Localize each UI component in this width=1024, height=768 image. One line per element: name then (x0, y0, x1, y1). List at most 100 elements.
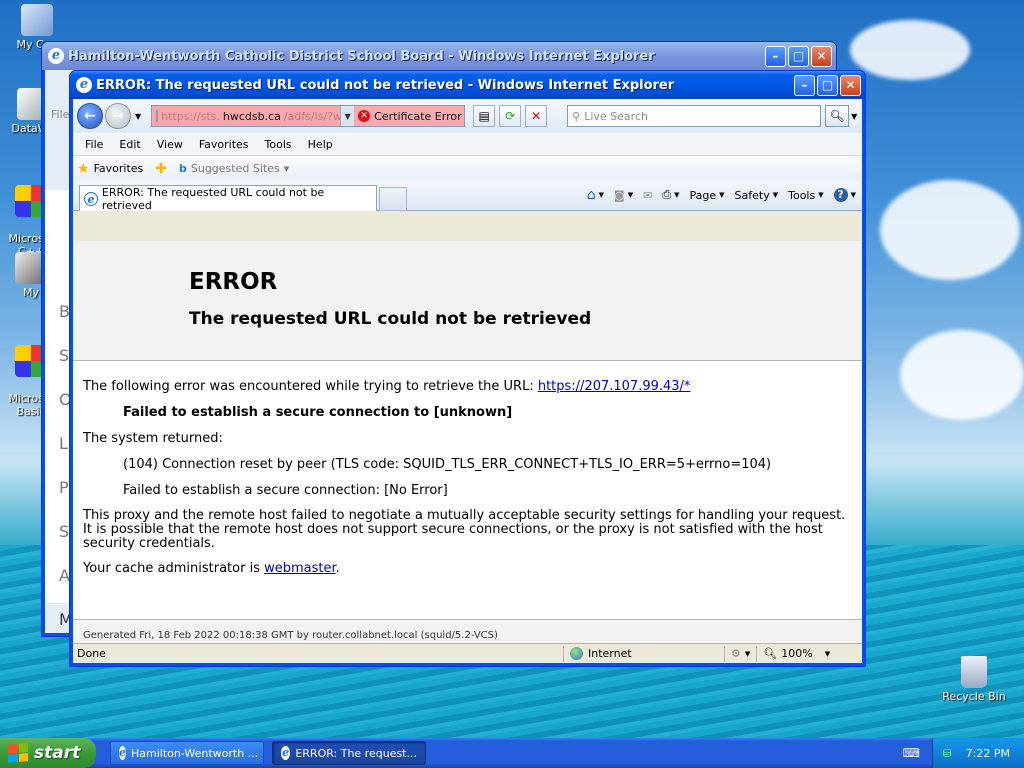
windows-logo-icon (8, 743, 28, 763)
wallpaper-cloud (880, 180, 1020, 280)
minimize-button[interactable]: – (765, 45, 786, 67)
refresh-button[interactable]: ⟳ (499, 105, 522, 127)
window-titlebar[interactable]: e ERROR: The requested URL could not be … (70, 71, 865, 99)
forward-button[interactable]: → (105, 103, 131, 129)
background-window-title: Hamilton-Wentworth Catholic District Sch… (68, 48, 655, 64)
start-label: start (34, 743, 81, 763)
favorites-button[interactable]: ★ Favorites (77, 161, 143, 177)
taskbar-button-hamilton[interactable]: e Hamilton-Wentworth ... (110, 741, 264, 765)
menu-help[interactable]: Help (300, 138, 341, 151)
help-icon: ? (833, 188, 848, 202)
cache-admin-line: Your cache administrator is webmaster. (83, 561, 852, 577)
certificate-error-icon: ✕ (358, 110, 371, 122)
status-text: Done (77, 647, 106, 660)
cache-admin-text: Your cache administrator is (83, 561, 265, 576)
keyboard-icon[interactable]: ⌨ (903, 746, 920, 760)
chevron-down-icon: ▼ (850, 191, 856, 199)
address-domain: hwcdsb.ca (222, 109, 281, 123)
mail-icon: ✉ (643, 188, 653, 202)
chevron-down-icon: ▼ (744, 649, 751, 658)
add-favorite-button[interactable]: ✚ (155, 161, 167, 177)
security-zone[interactable]: Internet (564, 647, 724, 660)
protected-mode-button[interactable]: ⚙ ▼ (725, 647, 756, 660)
zoom-level: 100% (781, 647, 813, 660)
connection-reset-message: (104) Connection reset by peer (TLS code… (123, 457, 772, 472)
print-button[interactable]: ⎙ ▼ (662, 188, 679, 202)
error-body: The following error was encountered whil… (73, 361, 862, 577)
search-button[interactable]: 🔍︎ (825, 105, 850, 127)
tools-menu-button[interactable]: Tools ▼ (788, 189, 824, 202)
rss-icon: ◙ (614, 188, 625, 202)
menu-bar: File Edit View Favorites Tools Help (73, 133, 862, 155)
suggested-sites-button[interactable]: b Suggested Sites ▼ (179, 162, 289, 175)
help-button[interactable]: ? ▼ (833, 188, 856, 202)
webmaster-link[interactable]: webmaster (264, 561, 336, 576)
page-menu-button[interactable]: Page ▼ (690, 189, 725, 202)
read-mail-button[interactable]: ✉ (643, 189, 652, 202)
ie-logo-icon: e (76, 77, 92, 93)
protected-mode-icon: ⚙ (731, 647, 741, 660)
safety-menu-button[interactable]: Safety ▼ (735, 189, 779, 202)
zoom-button[interactable]: 🔍︎ 100% ▼ (757, 647, 836, 660)
globe-icon (570, 647, 583, 660)
tab-active[interactable]: e ERROR: The requested URL could not be … (79, 185, 377, 212)
chevron-down-icon: ▼ (772, 191, 779, 199)
address-bar[interactable]: https://sts.hwcdsb.ca/adfs/ls/?wa ▼ ✕ Ce… (151, 105, 466, 127)
background-window-titlebar[interactable]: e Hamilton-Wentworth Catholic District S… (42, 42, 836, 70)
network-icon[interactable]: ⛁ (942, 747, 951, 760)
page-viewport[interactable]: ERROR The requested URL could not be ret… (73, 241, 862, 643)
certificate-error-button[interactable]: ✕ Certificate Error (354, 106, 465, 126)
start-button[interactable]: start (0, 738, 96, 768)
search-box[interactable]: ⚲ Live Search (567, 105, 822, 127)
chevron-down-icon: ▼ (818, 191, 824, 199)
minimize-button[interactable]: – (794, 74, 815, 96)
status-bar: Done Internet ⚙ ▼ 🔍︎ 100% ▼ (73, 643, 862, 663)
favorites-bar: ★ Favorites ✚ b Suggested Sites ▼ (73, 155, 862, 181)
menu-file[interactable]: File (77, 138, 111, 151)
desktop-icon-recycle-bin[interactable]: Recycle Bin (939, 656, 1009, 703)
intro-text: The following error was encountered whil… (83, 379, 538, 394)
close-button[interactable]: ✕ (840, 74, 861, 96)
search-placeholder: Live Search (584, 109, 648, 123)
requested-url-link[interactable]: https://207.107.99.43/* (538, 379, 691, 394)
printer-icon: ⎙ (662, 188, 672, 201)
chevron-down-icon: ▼ (627, 191, 634, 199)
address-dropdown-button[interactable]: ▼ (340, 106, 355, 126)
recent-pages-dropdown[interactable]: ▼ (135, 112, 141, 121)
ie-logo-icon: e (281, 746, 291, 760)
back-button[interactable]: ← (77, 103, 103, 129)
tab-ie-icon: e (84, 191, 98, 206)
favorites-label: Favorites (93, 162, 144, 175)
suggested-sites-label: Suggested Sites (190, 162, 280, 175)
ie-window[interactable]: e ERROR: The requested URL could not be … (69, 70, 866, 667)
search-options-dropdown[interactable]: ▼ (851, 112, 857, 121)
maximize-button[interactable]: □ (788, 45, 809, 67)
error-header: ERROR The requested URL could not be ret… (73, 241, 862, 361)
new-tab-button[interactable] (379, 187, 407, 211)
taskbar: start e Hamilton-Wentworth ... e ERROR: … (0, 738, 1024, 768)
menu-favorites[interactable]: Favorites (191, 138, 257, 151)
stop-button[interactable]: ✕ (525, 105, 548, 127)
tab-bar: e ERROR: The requested URL could not be … (73, 181, 862, 212)
background-file-menu[interactable]: File (51, 108, 69, 121)
error-title: ERROR (189, 269, 278, 295)
tools-menu-label: Tools (788, 188, 816, 202)
chevron-down-icon: ▼ (719, 191, 725, 199)
menu-tools[interactable]: Tools (257, 138, 300, 151)
add-favorite-icon: ✚ (155, 160, 167, 177)
chevron-down-icon: ▼ (598, 191, 604, 199)
command-bar: ⌂ ▼ ◙ ▼ ✉ ⎙ ▼ Page ▼ Safety ▼ Tools ▼ ? ▼ (587, 187, 856, 203)
compatibility-view-button[interactable]: ▤ (473, 105, 496, 127)
menu-view[interactable]: View (149, 138, 191, 151)
menu-edit[interactable]: Edit (111, 138, 148, 151)
navigation-bar: ← → ▼ https://sts.hwcdsb.ca/adfs/ls/?wa … (73, 99, 862, 133)
address-input[interactable]: https://sts.hwcdsb.ca/adfs/ls/?wa (152, 106, 341, 126)
taskbar-button-error[interactable]: e ERROR: The request... (272, 741, 426, 765)
home-button[interactable]: ⌂ ▼ (587, 187, 604, 203)
computer-icon (21, 4, 53, 36)
maximize-button[interactable]: □ (817, 74, 838, 96)
close-button[interactable]: ✕ (811, 45, 832, 67)
feeds-button[interactable]: ◙ ▼ (614, 189, 633, 202)
clock[interactable]: 7:22 PM (966, 747, 1010, 760)
favorites-star-icon: ★ (77, 160, 90, 177)
